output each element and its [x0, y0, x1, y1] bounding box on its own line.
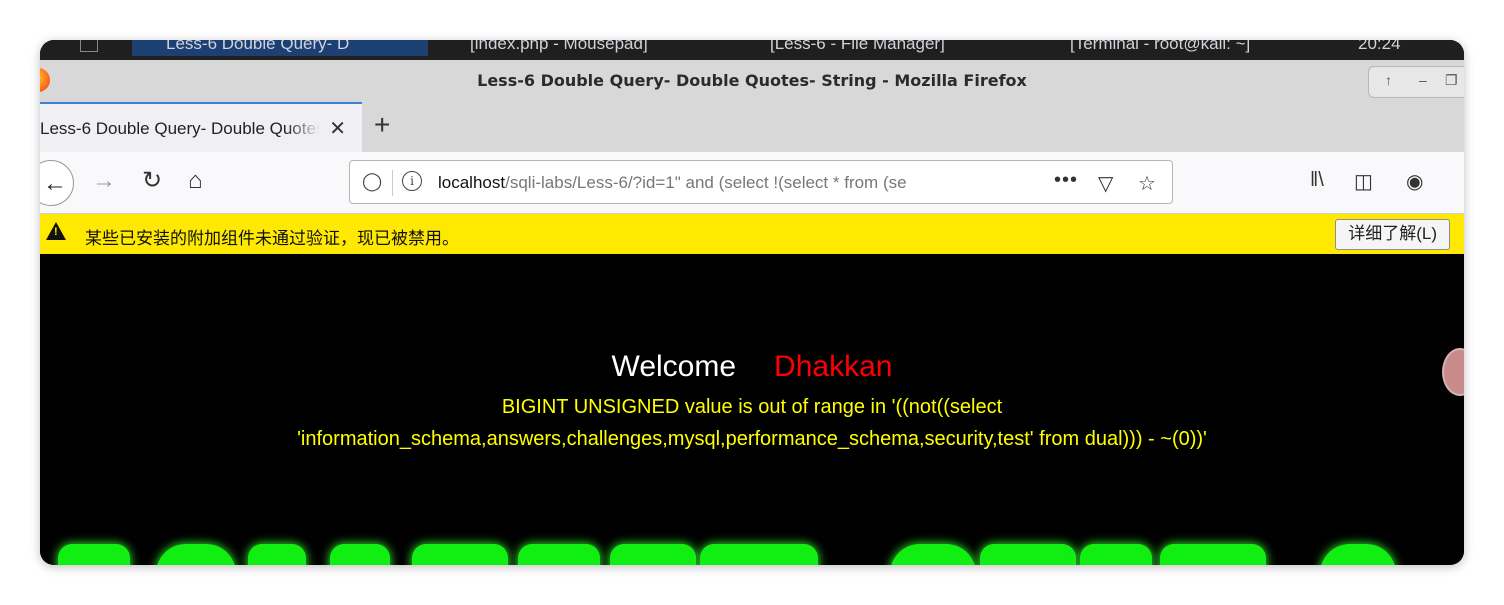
- page-actions-icon[interactable]: •••: [1054, 169, 1078, 192]
- back-arrow-icon: ←: [43, 170, 67, 197]
- window-controls: ↑ – ❐: [1368, 66, 1464, 98]
- title-bar: Less-6 Double Query- Double Quotes- Stri…: [40, 60, 1464, 102]
- welcome-line: Welcome Dhakkan: [40, 350, 1464, 384]
- page-content: Welcome Dhakkan BIGINT UNSIGNED value is …: [40, 254, 1464, 565]
- banner-letter: [1080, 544, 1152, 565]
- banner-letter: [610, 544, 696, 565]
- taskbar-item-label: Less-6 Double Query- D: [166, 40, 350, 53]
- tab-strip: Less-6 Double Query- Double Quotes- Stri…: [40, 102, 1464, 152]
- url-separator: [392, 170, 393, 196]
- window-title: Less-6 Double Query- Double Quotes- Stri…: [477, 71, 1027, 90]
- pocket-icon[interactable]: ▽: [1098, 171, 1113, 196]
- account-icon[interactable]: ◉: [1406, 169, 1423, 194]
- banner-letter: [890, 544, 976, 565]
- back-button[interactable]: ←: [40, 160, 74, 206]
- url-text[interactable]: localhost/sqli-labs/Less-6/?id=1" and (s…: [438, 173, 1008, 193]
- url-host: localhost: [438, 173, 506, 192]
- tab-less-6[interactable]: Less-6 Double Query- Double Quotes- Stri…: [40, 102, 362, 152]
- error-message-line-2: 'information_schema,answers,challenges,m…: [297, 428, 1207, 450]
- url-bar[interactable]: ◯ i localhost/sqli-labs/Less-6/?id=1" an…: [349, 160, 1173, 204]
- reload-icon[interactable]: ↻: [142, 168, 162, 194]
- site-info-icon[interactable]: i: [402, 171, 422, 191]
- addon-warning-bar: ! 某些已安装的附加组件未通过验证，现已被禁用。 详细了解(L): [40, 214, 1464, 254]
- tab-label: Less-6 Double Query- Double Quotes- Stri…: [40, 119, 320, 138]
- warning-message: 某些已安装的附加组件未通过验证，现已被禁用。: [85, 229, 459, 248]
- tracking-protection-shield-icon[interactable]: ◯: [362, 171, 382, 192]
- home-icon[interactable]: ⌂: [188, 168, 203, 194]
- keep-above-icon[interactable]: ↑: [1385, 72, 1392, 88]
- banner-letter: [700, 544, 818, 565]
- maximize-icon[interactable]: ❐: [1445, 72, 1458, 89]
- welcome-text: Welcome: [611, 350, 737, 383]
- sidebar-icon[interactable]: ◫: [1354, 169, 1373, 194]
- taskbar-clock: 20:24: [1358, 40, 1418, 56]
- banner-letter: [518, 544, 600, 565]
- taskbar-item-terminal[interactable]: [Terminal - root@kali: ~]: [1036, 40, 1326, 56]
- taskbar-item-label: [Terminal - root@kali: ~]: [1070, 40, 1251, 53]
- taskbar-item-label: [index.php - Mousepad]: [470, 40, 648, 53]
- banner-letter: [58, 544, 130, 565]
- banner-letter: [412, 544, 508, 565]
- new-tab-icon[interactable]: +: [374, 111, 390, 139]
- forward-icon[interactable]: →: [92, 168, 116, 194]
- banner-graphic: [40, 544, 1464, 565]
- taskbar-item-label: [Less-6 - File Manager]: [770, 40, 945, 53]
- url-path: /sqli-labs/Less-6/?id=1" and (select !(s…: [505, 173, 907, 192]
- taskbar-item-mousepad[interactable]: [index.php - Mousepad]: [440, 40, 725, 56]
- taskbar: Less-6 Double Query- D [index.php - Mous…: [40, 40, 1464, 60]
- close-icon[interactable]: ✕: [329, 116, 346, 141]
- banner-letter: [248, 544, 306, 565]
- banner-letter: [156, 544, 236, 565]
- minimize-icon[interactable]: –: [1419, 72, 1427, 88]
- learn-more-button[interactable]: 详细了解(L): [1335, 219, 1450, 250]
- browser-window: Less-6 Double Query- D [index.php - Mous…: [40, 40, 1464, 565]
- navigation-bar: ← → ↻ ⌂ ◯ i localhost/sqli-labs/Less-6/?…: [40, 152, 1464, 214]
- username-text: Dhakkan: [774, 350, 893, 383]
- error-message-line-1: BIGINT UNSIGNED value is out of range in…: [501, 396, 1003, 418]
- library-icon[interactable]: ‖\: [1310, 169, 1324, 192]
- workspace-icon[interactable]: [80, 40, 98, 52]
- banner-letter: [1160, 544, 1266, 565]
- banner-letter: [330, 544, 390, 565]
- bookmark-star-icon[interactable]: ☆: [1138, 171, 1156, 196]
- banner-letter: [980, 544, 1076, 565]
- taskbar-item-file-manager[interactable]: [Less-6 - File Manager]: [736, 40, 1024, 56]
- banner-letter: [1320, 544, 1396, 565]
- taskbar-item-firefox[interactable]: Less-6 Double Query- D: [132, 40, 428, 56]
- warning-mark: !: [54, 226, 58, 238]
- clock-text: 20:24: [1358, 40, 1401, 53]
